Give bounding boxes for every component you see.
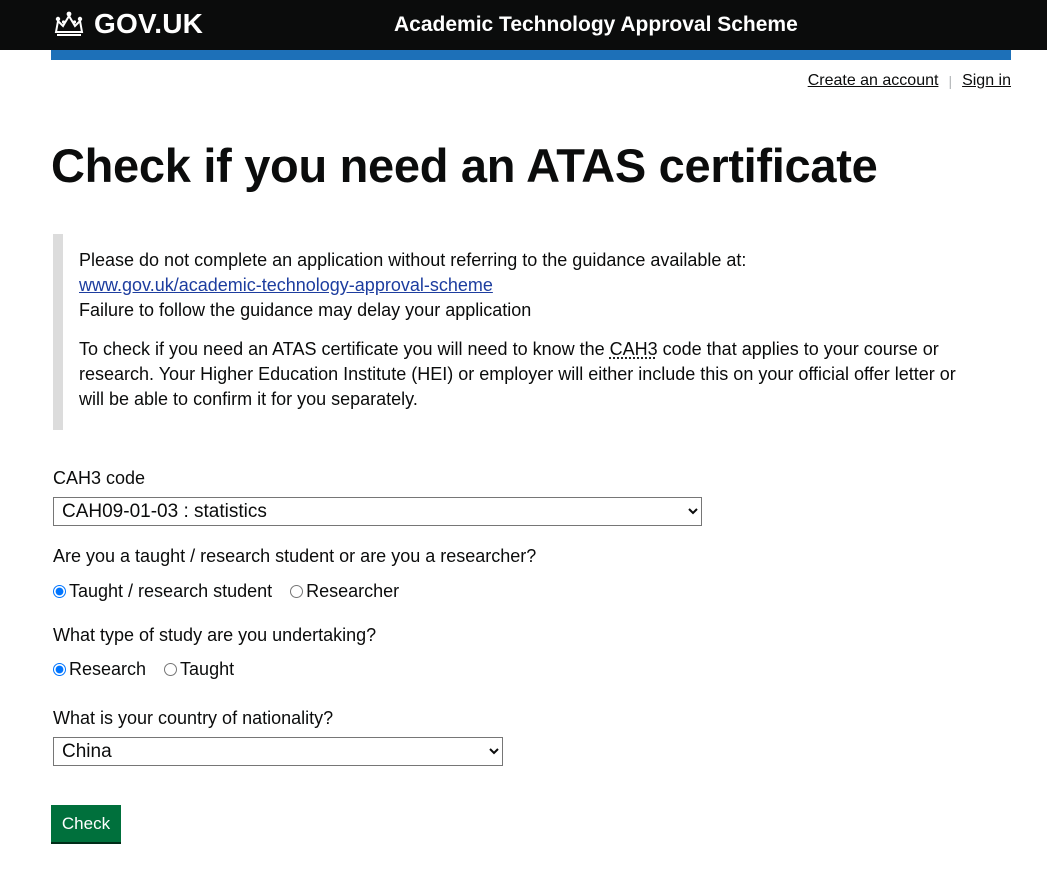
guidance-text: Please do not complete an application wi… <box>79 248 983 323</box>
taught-research-student-radio[interactable] <box>53 584 66 598</box>
sign-in-link[interactable]: Sign in <box>962 71 1011 91</box>
research-radio[interactable] <box>53 662 66 676</box>
radio-taught[interactable]: Taught <box>164 657 234 681</box>
cah3-code-select[interactable]: CAH09-01-03 : statistics <box>53 497 702 526</box>
link-separator: | <box>948 73 953 89</box>
nationality-select[interactable]: China <box>53 737 503 766</box>
researcher-radio[interactable] <box>290 584 304 598</box>
logo-text: GOV.UK <box>94 8 204 39</box>
check-button[interactable]: Check <box>51 805 121 842</box>
taught-research-student-label: Taught / research student <box>69 581 273 601</box>
taught-label: Taught <box>180 659 235 679</box>
guidance-line-1: Please do not complete an application wi… <box>79 250 747 270</box>
research-label: Research <box>69 659 147 679</box>
researcher-label: Researcher <box>306 581 400 601</box>
create-account-link[interactable]: Create an account <box>808 71 939 91</box>
service-name-link[interactable]: Academic Technology Approval Scheme <box>394 11 798 39</box>
header-accent-bar <box>51 50 1011 60</box>
study-type-radios: Research Taught <box>53 657 252 681</box>
guidance-line-2: Failure to follow the guidance may delay… <box>79 300 532 320</box>
cah3-code-label: CAH3 code <box>53 468 146 488</box>
account-links: Create an account | Sign in <box>808 71 1011 91</box>
site-header: GOV.UK Academic Technology Approval Sche… <box>0 0 1047 50</box>
radio-taught-research-student[interactable]: Taught / research student <box>53 579 272 603</box>
radio-researcher[interactable]: Researcher <box>290 579 399 603</box>
guidance-link[interactable]: www.gov.uk/academic-technology-approval-… <box>79 275 493 295</box>
radio-research[interactable]: Research <box>53 657 146 681</box>
cah3-explanation-start: To check if you need an ATAS certificate… <box>79 339 610 359</box>
page-title: Check if you need an ATAS certificate <box>51 139 878 192</box>
cah3-abbreviation: CAH3 <box>609 339 658 359</box>
study-type-question: What type of study are you undertaking? <box>53 625 377 645</box>
govuk-logo-link[interactable]: GOV.UK <box>52 8 203 40</box>
nationality-label: What is your country of nationality? <box>53 708 334 728</box>
student-type-radios: Taught / research student Researcher <box>53 579 417 603</box>
cah3-explanation: To check if you need an ATAS certificate… <box>79 337 983 412</box>
guidance-inset: Please do not complete an application wi… <box>53 234 983 430</box>
crown-icon <box>54 11 84 36</box>
taught-radio[interactable] <box>164 662 178 676</box>
student-type-question: Are you a taught / research student or a… <box>53 546 537 566</box>
